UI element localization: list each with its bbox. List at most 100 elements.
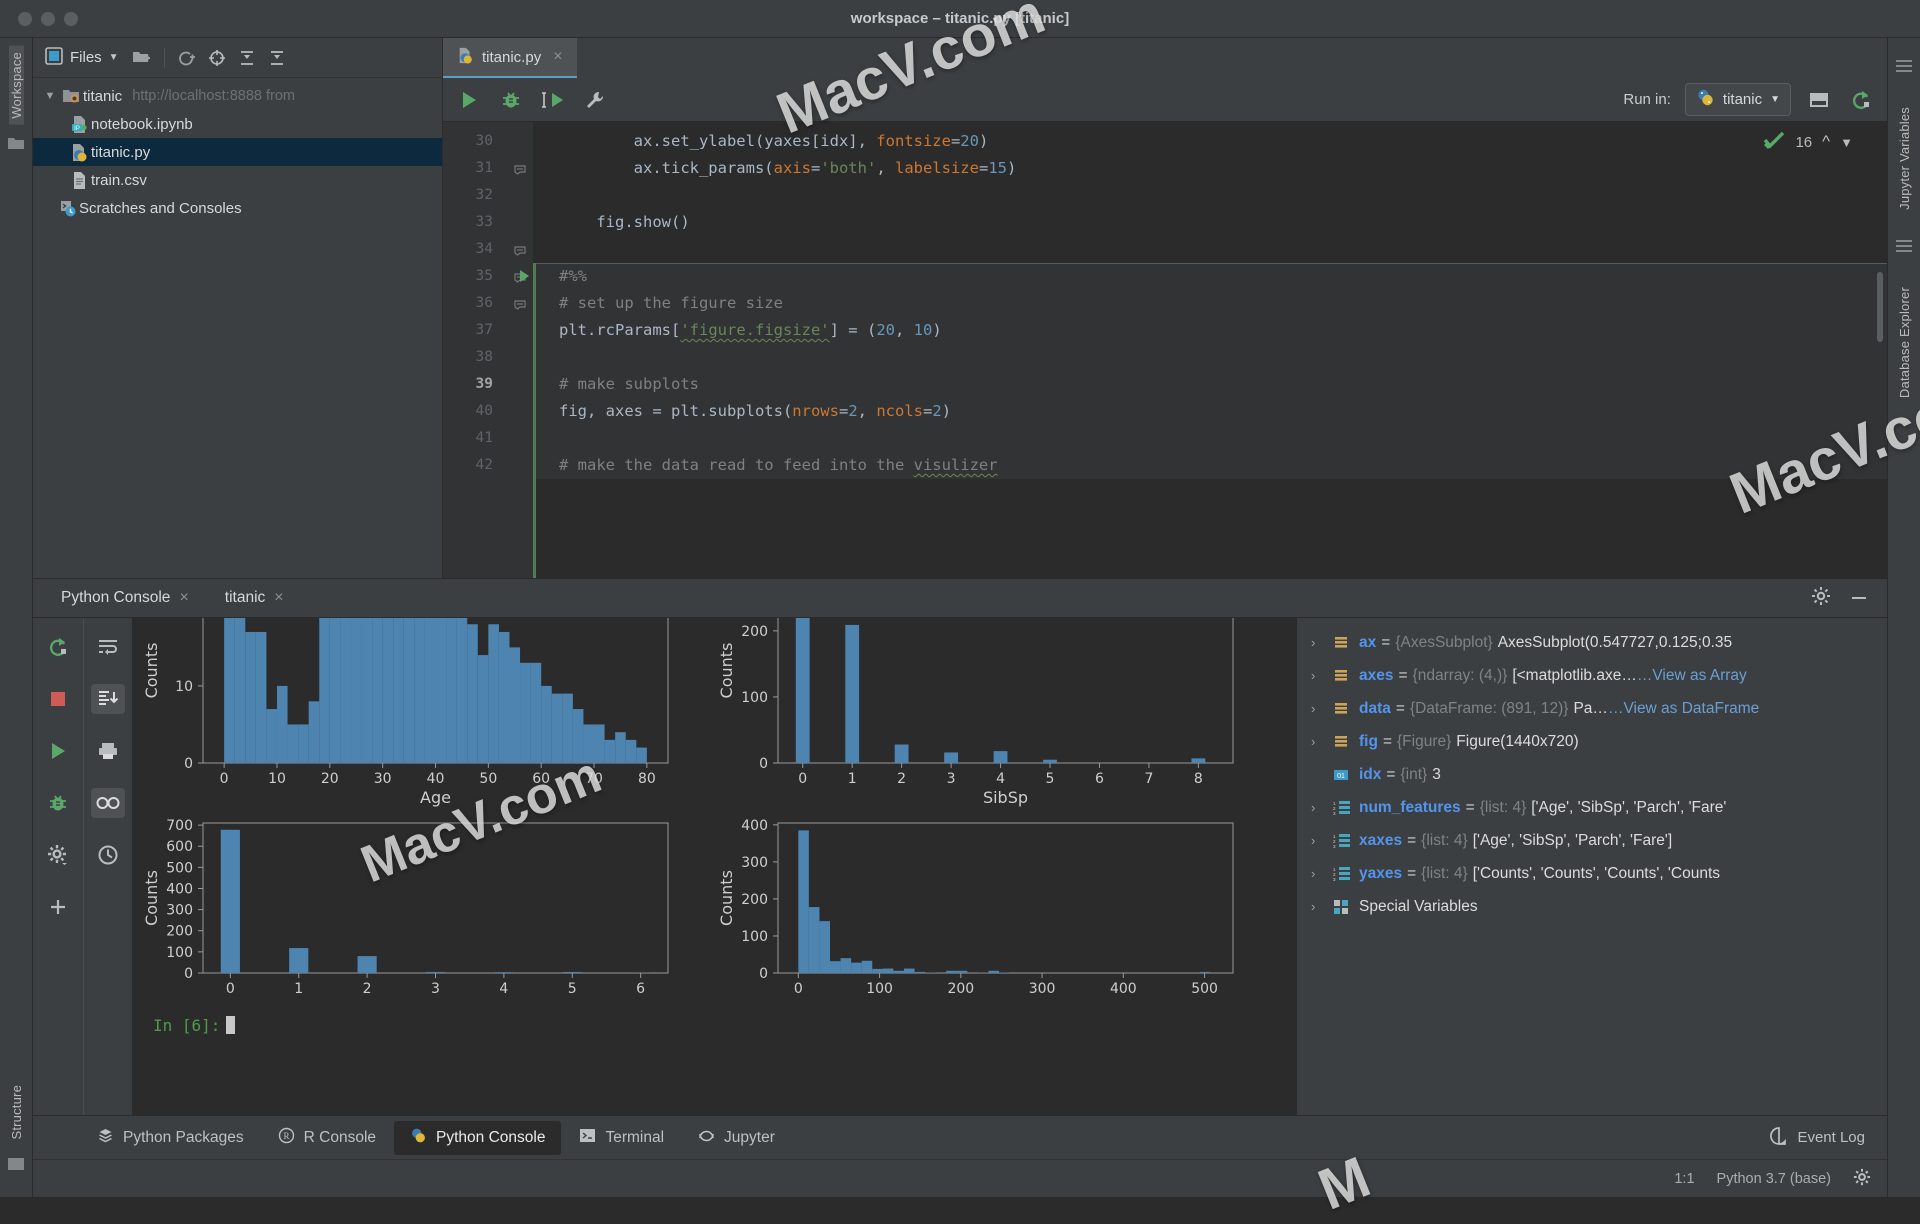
variable-row[interactable]: ›fig={Figure}Figure(1440x720) <box>1297 725 1887 758</box>
code-line[interactable] <box>533 182 1887 209</box>
new-folder-button[interactable] <box>129 45 155 71</box>
console-output[interactable]: 0102030405060708001020AgeCounts012345678… <box>133 618 1297 1115</box>
event-log-button[interactable]: Event Log <box>1770 1127 1887 1149</box>
fold-marker-icon[interactable] <box>507 155 533 182</box>
code-content[interactable]: ax.set_ylabel(yaxes[idx], fontsize=20) a… <box>533 122 1887 578</box>
variable-row[interactable]: ›ax={AxesSubplot}AxesSubplot(0.547727,0.… <box>1297 626 1887 659</box>
tool-window-workspace[interactable]: Workspace <box>9 46 24 125</box>
expand-chevron-icon[interactable]: › <box>1311 800 1333 815</box>
close-icon[interactable]: × <box>274 589 283 607</box>
variable-row[interactable]: ›123yaxes={list: 4}['Counts', 'Counts', … <box>1297 857 1887 890</box>
editor-tab-titanic-py[interactable]: titanic.py × <box>443 38 577 78</box>
code-line[interactable] <box>533 344 1887 371</box>
chevron-down-icon[interactable]: ▼ <box>1840 135 1853 150</box>
folder-icon[interactable] <box>7 135 25 156</box>
console-tab-titanic[interactable]: titanic × <box>207 589 302 607</box>
menu-icon[interactable] <box>1895 58 1913 79</box>
inspection-widget[interactable]: 16 ^ ▼ <box>1763 130 1853 154</box>
chevron-down-icon[interactable]: ▼ <box>41 90 59 102</box>
tree-item-scratches-and-consoles[interactable]: Scratches and Consoles <box>33 194 442 222</box>
expand-chevron-icon[interactable]: › <box>1311 866 1333 881</box>
variable-row[interactable]: ›123num_features={list: 4}['Age', 'SibSp… <box>1297 791 1887 824</box>
run-cell-icon[interactable] <box>520 270 529 282</box>
stop-icon[interactable] <box>41 684 75 714</box>
variable-row[interactable]: ›axes={ndarray: (4,)}[<matplotlib.axe……V… <box>1297 659 1887 692</box>
refresh-add-button[interactable] <box>174 45 200 71</box>
print-icon[interactable] <box>91 736 125 766</box>
tree-item-titanic[interactable]: ▼ titanic http://localhost:8888 from <box>33 82 442 110</box>
bottom-tab-r-console[interactable]: RR Console <box>262 1121 392 1155</box>
fold-gutter[interactable] <box>507 122 533 578</box>
code-line[interactable]: fig, axes = plt.subplots(nrows=2, ncols=… <box>533 398 1887 425</box>
bottom-tab-jupyter[interactable]: Jupyter <box>682 1121 791 1155</box>
minimize-window-button[interactable] <box>41 12 55 26</box>
debug-icon[interactable] <box>41 788 75 818</box>
code-editor[interactable]: 30313233343536373839404142 ax.set_ylabel… <box>443 122 1887 578</box>
bottom-tab-python-console[interactable]: Python Console <box>394 1121 561 1155</box>
add-icon[interactable] <box>41 892 75 922</box>
interpreter-selector[interactable]: titanic ▼ <box>1685 83 1791 116</box>
settings-gear-icon[interactable] <box>41 840 75 870</box>
soft-wrap-icon[interactable] <box>91 632 125 662</box>
expand-chevron-icon[interactable]: › <box>1311 635 1333 650</box>
collapse-all-button[interactable] <box>264 45 290 71</box>
minimize-icon[interactable] <box>1849 586 1869 611</box>
chevron-up-icon[interactable]: ^ <box>1822 132 1830 152</box>
scroll-to-end-icon[interactable] <box>91 684 125 714</box>
tree-item-titanic-py[interactable]: titanic.py <box>33 138 442 166</box>
gear-icon[interactable] <box>1853 1168 1871 1190</box>
console-tab-python-console[interactable]: Python Console × <box>43 589 207 607</box>
show-console-icon[interactable] <box>1805 86 1833 114</box>
caret-position[interactable]: 1:1 <box>1674 1171 1694 1187</box>
restart-kernel-icon[interactable] <box>1847 86 1875 114</box>
fold-marker-icon[interactable] <box>507 236 533 263</box>
expand-chevron-icon[interactable]: › <box>1311 833 1333 848</box>
files-view-selector[interactable]: Files ▼ <box>39 44 125 72</box>
tool-window-database-explorer[interactable]: Database Explorer <box>1897 283 1912 402</box>
code-line[interactable] <box>533 425 1887 452</box>
wrench-icon[interactable] <box>581 86 609 114</box>
code-line[interactable]: # make the data read to feed into the vi… <box>533 452 1887 479</box>
maximize-window-button[interactable] <box>64 12 78 26</box>
editor-scrollbar-thumb[interactable] <box>1877 272 1883 342</box>
close-window-button[interactable] <box>18 12 32 26</box>
tool-window-jupyter-variables[interactable]: Jupyter Variables <box>1897 103 1912 214</box>
console-prompt[interactable]: In [6]: <box>153 1016 235 1035</box>
expand-chevron-icon[interactable]: › <box>1311 734 1333 749</box>
expand-chevron-icon[interactable]: › <box>1311 701 1333 716</box>
code-line[interactable]: ax.tick_params(axis='both', labelsize=15… <box>533 155 1887 182</box>
database-icon[interactable] <box>1895 238 1913 259</box>
bottom-tab-terminal[interactable]: Terminal <box>563 1121 680 1155</box>
code-line[interactable]: fig.show() <box>533 209 1887 236</box>
expand-all-button[interactable] <box>234 45 260 71</box>
variable-row[interactable]: 01idx={int}3 <box>1297 758 1887 791</box>
variable-view-link[interactable]: …View as DataFrame <box>1608 700 1759 718</box>
code-line[interactable]: ax.set_ylabel(yaxes[idx], fontsize=20) <box>533 128 1887 155</box>
variable-row[interactable]: ›data={DataFrame: (891, 12)}Pa……View as … <box>1297 692 1887 725</box>
interpreter-status[interactable]: Python 3.7 (base) <box>1717 1171 1831 1187</box>
tree-item-notebook-ipynb[interactable]: IP notebook.ipynb <box>33 110 442 138</box>
code-line[interactable] <box>533 236 1887 263</box>
variable-row[interactable]: ›Special Variables <box>1297 890 1887 923</box>
settings-gear-icon[interactable] <box>1811 586 1831 611</box>
variable-view-link[interactable]: …View as Array <box>1637 667 1747 685</box>
rerun-icon[interactable] <box>41 632 75 662</box>
debug-icon[interactable] <box>497 86 525 114</box>
code-line[interactable]: # set up the figure size <box>533 290 1887 317</box>
close-icon[interactable]: × <box>553 48 562 66</box>
history-icon[interactable] <box>91 840 125 870</box>
bottom-tab-python-packages[interactable]: Python Packages <box>81 1121 260 1155</box>
code-line[interactable]: #%% <box>533 263 1887 290</box>
show-variables-icon[interactable] <box>91 788 125 818</box>
close-icon[interactable]: × <box>179 589 188 607</box>
jupyter-variables-pane[interactable]: ›ax={AxesSubplot}AxesSubplot(0.547727,0.… <box>1297 618 1887 1115</box>
expand-chevron-icon[interactable]: › <box>1311 899 1333 914</box>
fold-marker-icon[interactable] <box>507 290 533 317</box>
tree-item-train-csv[interactable]: train.csv <box>33 166 442 194</box>
code-line[interactable]: plt.rcParams['figure.figsize'] = (20, 10… <box>533 317 1887 344</box>
tool-window-structure[interactable]: Structure <box>9 1079 24 1146</box>
run-selection-icon[interactable] <box>539 86 567 114</box>
window-controls[interactable] <box>0 12 78 26</box>
run-icon[interactable] <box>455 86 483 114</box>
code-line[interactable]: # make subplots <box>533 371 1887 398</box>
